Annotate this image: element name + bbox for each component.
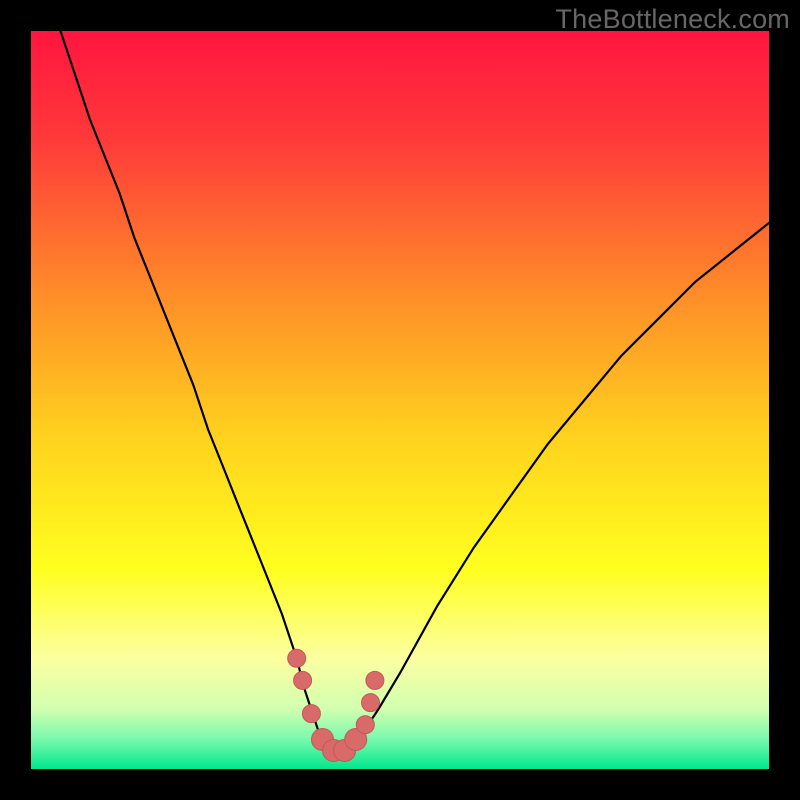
marker-dot xyxy=(302,705,320,723)
marker-dot xyxy=(288,649,306,667)
marker-dot xyxy=(362,694,380,712)
bottleneck-curve xyxy=(61,31,770,754)
chart-frame: TheBottleneck.com xyxy=(0,0,800,800)
marker-dot xyxy=(356,716,374,734)
marker-group xyxy=(288,649,384,761)
marker-dot xyxy=(366,671,384,689)
chart-svg xyxy=(31,31,769,769)
marker-dot xyxy=(294,671,312,689)
watermark-text: TheBottleneck.com xyxy=(555,4,790,35)
